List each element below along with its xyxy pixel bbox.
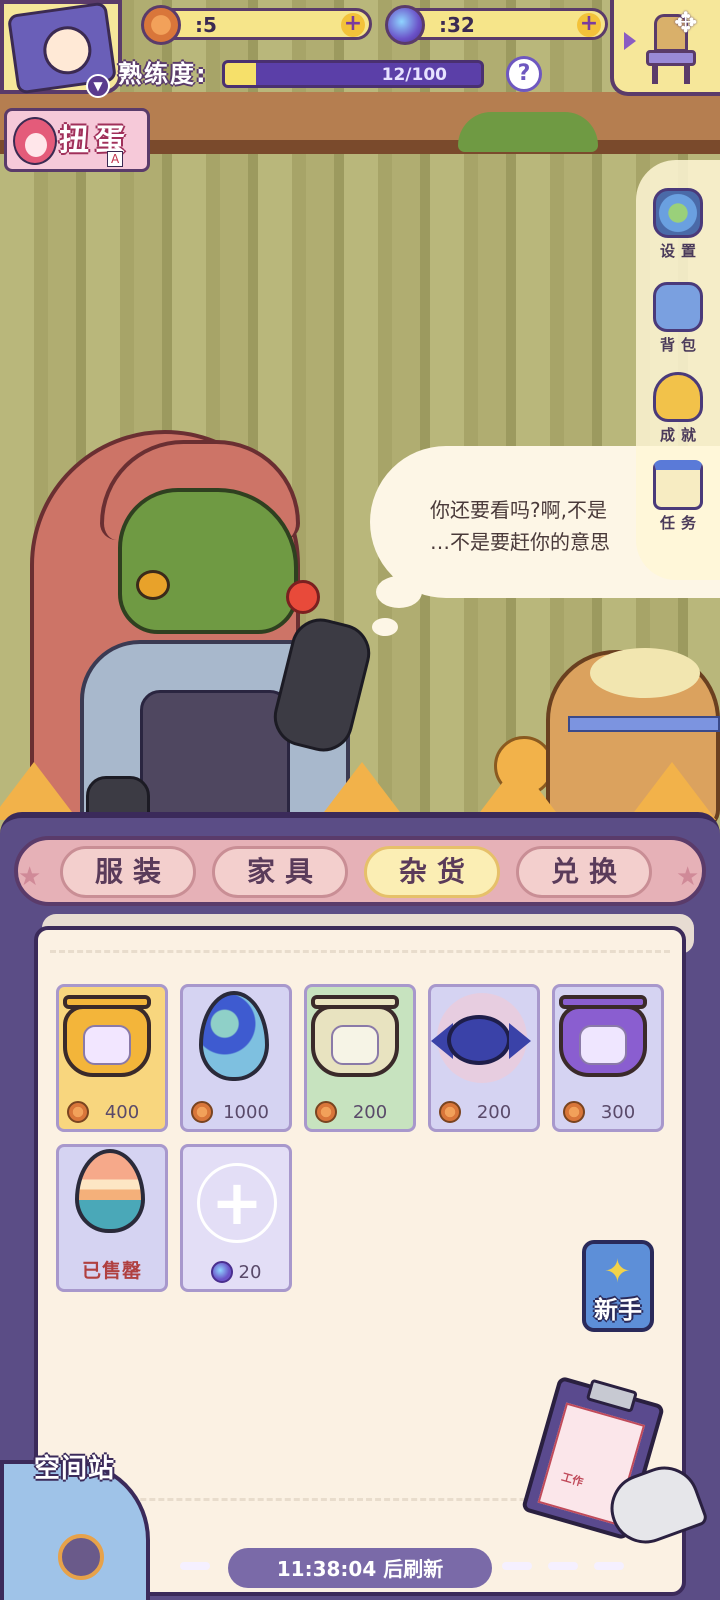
move-arrows-icon: ✥ [674,6,698,39]
shop-item-unlock-slot[interactable]: + 20 [180,1144,292,1292]
mini-planet-icon [579,1025,627,1065]
egg-icon [199,991,269,1081]
tab-groceries[interactable]: 杂货 [364,846,500,898]
shopkeeper-eye [136,570,170,600]
gacha-badge: A [107,151,124,167]
item-price: 200 [476,1102,512,1123]
space-station-button[interactable]: 空间站 [0,1436,150,1600]
counter-pennants [0,760,720,820]
proficiency-value: 12/100 [381,65,447,85]
chair-leg [652,64,658,84]
refresh-timer: 11:38:04 后刷新 [228,1548,492,1588]
tasks-label: 任务 [659,514,702,532]
gear-icon [653,188,703,238]
coin-balance: :5 + [141,5,372,45]
tasks-button[interactable]: 任务 [636,460,720,533]
refresh-time: 11:38:04 [276,1557,377,1581]
calendar-check-icon [653,460,703,510]
planet-balance: :32 + [385,5,608,45]
dialog-text: 你还要看吗?啊,不是 …不是要赶你的意思 [430,494,634,564]
help-button[interactable]: ? [506,56,542,92]
flour-sack-contents [590,648,700,698]
shop-item-candy[interactable]: 200 [428,984,540,1132]
lollipop-icon [286,580,320,614]
thought-dot [376,576,422,608]
side-menu: 设置 背包 成就 任务 [636,160,720,580]
price-row: 300 [555,1101,661,1125]
arrow-left-icon [624,32,636,50]
tab-clothing[interactable]: 服装 [60,846,196,898]
backpack-icon [653,282,703,332]
item-price: 400 [104,1102,140,1123]
achievements-button[interactable]: 成就 [636,372,720,445]
planet-count: :32 [439,13,475,37]
backpack-label: 背包 [659,336,702,354]
candy-wrapper-right [509,1023,531,1059]
price-row: 20 [183,1261,289,1285]
dash-decoration [548,1562,578,1570]
shop-item-blue-egg[interactable]: 1000 [180,984,292,1132]
add-planets-button[interactable]: + [577,13,601,37]
newbie-label: 新手 [594,1296,642,1324]
planet-icon [385,5,425,45]
dash-decoration [180,1562,210,1570]
avatar [40,23,95,78]
trophy-icon [653,372,703,422]
sold-out-label: 已售罄 [81,1260,142,1282]
proficiency-bar: 12/100 [222,60,484,88]
item-price: 300 [600,1102,636,1123]
candy-icon [447,1015,511,1065]
tab-furniture[interactable]: 家具 [212,846,348,898]
star-badge-icon: ✦ [604,1252,631,1290]
newbie-button[interactable]: ✦ 新手 [582,1240,654,1332]
proficiency-label: 熟练度: [118,60,208,88]
settings-button[interactable]: 设置 [636,188,720,261]
achievements-label: 成就 [659,426,702,444]
coin-icon [141,5,181,45]
thought-dot [372,618,398,636]
price-row: 400 [59,1101,165,1125]
backpack-button[interactable]: 背包 [636,282,720,355]
dash-decoration [594,1562,624,1570]
shop-item-rock-jar[interactable]: 200 [304,984,416,1132]
price-row: 1000 [183,1101,289,1125]
shop-item-sunset-egg: 已售罄 [56,1144,168,1292]
sack-ribbon [568,716,720,732]
item-price: 200 [352,1102,388,1123]
refresh-suffix: 后刷新 [383,1557,444,1581]
settings-label: 设置 [659,242,702,260]
rock-sprout-icon [331,1025,379,1065]
dialog-line-1: 你还要看吗?啊,不是 [430,498,607,522]
gacha-button[interactable]: 扭蛋 A [4,108,150,172]
space-station-label: 空间站 [34,1454,116,1484]
add-coins-button[interactable]: + [341,13,365,37]
shopkeeper-croc-face[interactable] [118,488,298,634]
chair-leg [684,64,690,84]
rocket-window [58,1534,104,1580]
coin-count: :5 [195,13,217,37]
shop-item-purple-jar[interactable]: 400 [56,984,168,1132]
egg-icon [75,1149,145,1233]
item-price: 1000 [223,1102,269,1123]
tab-exchange[interactable]: 兑换 [516,846,652,898]
price-row: 200 [431,1101,537,1125]
price-row: 200 [307,1101,413,1125]
gacha-character-icon [13,117,57,165]
star-icon: ★ [676,862,700,892]
dash-decoration [502,1562,532,1570]
item-price: 20 [238,1262,262,1283]
purple-powder-icon [83,1025,131,1065]
star-icon: ★ [18,862,42,892]
dialog-line-2: …不是要赶你的意思 [430,530,610,554]
plus-icon: + [197,1163,277,1243]
shop-item-planet-jar[interactable]: 300 [552,984,664,1132]
chevron-down-icon[interactable]: ▼ [86,74,110,98]
sleeping-croc-figure [458,112,598,152]
divider [50,950,670,953]
refresh-text: 11:38:04 后刷新 [228,1553,492,1582]
